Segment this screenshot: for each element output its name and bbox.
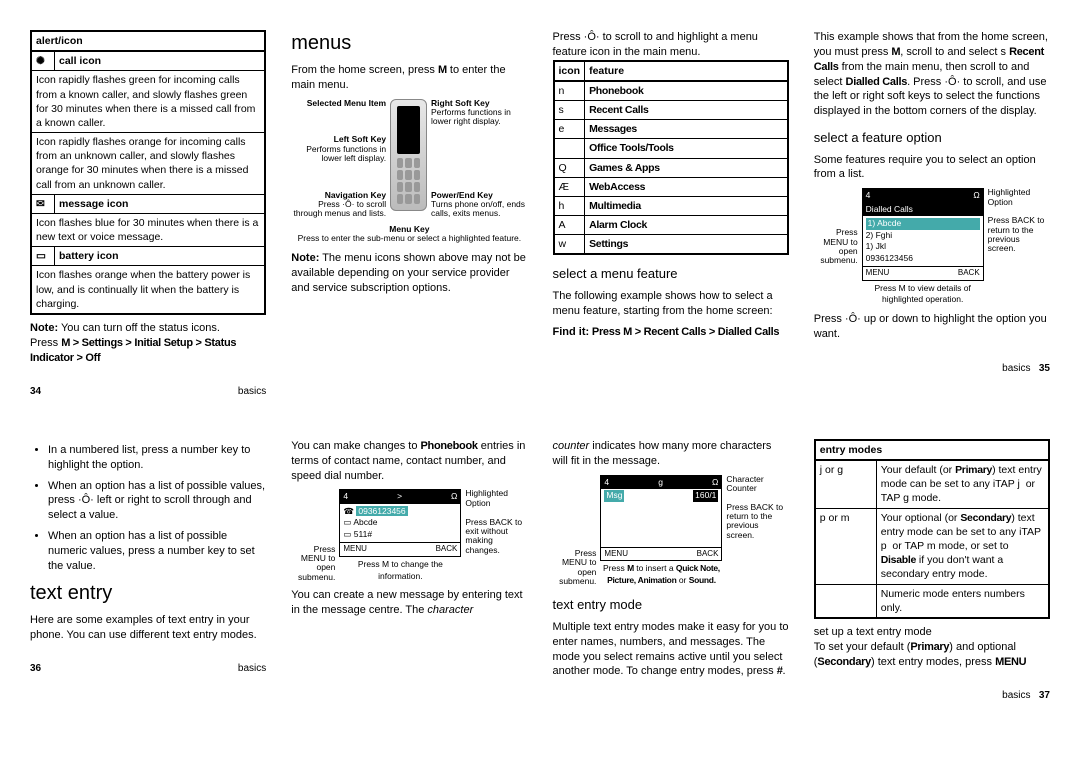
setup-mode-body1: set up a text entry mode: [814, 625, 1050, 640]
status-note: Note: You can turn off the status icons.: [30, 321, 266, 336]
page-36-col1: In a numbered list, press a number key t…: [30, 439, 266, 703]
icon-row: eMessages: [554, 120, 788, 139]
phonebook-figure: Press MENU to open submenu. 4>Ω ☎ 093612…: [291, 489, 527, 582]
press-up-down-body: Press ·Ô· up or down to highlight the op…: [814, 312, 1050, 342]
phone-illustration: [390, 99, 427, 211]
icon-row: QGames & Apps: [554, 158, 788, 177]
tip-3: When an option has a list of possible nu…: [48, 529, 266, 574]
new-message-body: You can create a new message by entering…: [291, 588, 527, 618]
page-num-34: 34: [30, 385, 41, 399]
text-entry-mode-body: Multiple text entry modes make it easy f…: [553, 620, 789, 679]
text-entry-mode-heading: text entry mode: [553, 596, 789, 614]
clip-icon: ▭: [343, 529, 351, 539]
page-37-col2: entry modes j or gYour default (or Prima…: [814, 439, 1050, 703]
bat-icon-body: Icon flashes orange when the battery pow…: [31, 266, 265, 314]
phonebook-screen: 4>Ω ☎ 0936123456 ▭ Abcde ▭ 511# MENUBACK: [339, 489, 461, 557]
dialled-calls-figure: Press MENU to open submenu. 4Ω Dialled C…: [814, 188, 1050, 306]
icon-row: hMultimedia: [554, 196, 788, 215]
select-feature-option-heading: select a feature option: [814, 129, 1050, 147]
menu-key-ann: Menu KeyPress to enter the sub-menu or s…: [291, 225, 527, 244]
icon-row: nPhonebook: [554, 81, 788, 101]
page-35-col3: This example shows that from the home sc…: [814, 30, 1050, 399]
icon-row: ÆWebAccess: [554, 177, 788, 196]
tip-1: In a numbered list, press a number key t…: [48, 443, 266, 473]
phone-icon: ☎: [343, 506, 354, 516]
alert-icon-table: alert/icon ✺call icon Icon rapidly flash…: [30, 30, 266, 315]
call-icon-body2: Icon rapidly flashes orange for incoming…: [31, 133, 265, 195]
page-37-col1: counter indicates how many more characte…: [553, 439, 789, 703]
select-menu-feature-body: The following example shows how to selec…: [553, 289, 789, 319]
menus-note: Note: The menu icons shown above may not…: [291, 251, 527, 296]
select-example-body: This example shows that from the home sc…: [814, 30, 1050, 119]
status-path: Press M > Settings > Initial Setup > Sta…: [30, 336, 266, 366]
alert-hdr: alert/icon: [31, 31, 265, 51]
spread-36-37: In a numbered list, press a number key t…: [30, 439, 1050, 703]
call-icon-body: Icon rapidly flashes green for incoming …: [31, 71, 265, 133]
tip-2: When an option has a list of possible va…: [48, 479, 266, 524]
phonebook-changes-body: You can make changes to Phonebook entrie…: [291, 439, 527, 484]
msg-icon-hdr: message icon: [55, 194, 266, 213]
page-35-col2: Press ·Ô· to scroll to and highlight a m…: [553, 30, 789, 399]
menus-heading: menus: [291, 30, 527, 57]
page-section: basics: [238, 385, 266, 399]
entry-modes-table: entry modes j or gYour default (or Prima…: [814, 439, 1050, 619]
find-it: Find it: Press M > Recent Calls > Dialle…: [553, 325, 789, 340]
page-36-col2: You can make changes to Phonebook entrie…: [291, 439, 527, 703]
text-entry-heading: text entry: [30, 580, 266, 607]
menus-intro: From the home screen, press M to enter t…: [291, 63, 527, 93]
text-entry-body: Here are some examples of text entry in …: [30, 613, 266, 643]
menu-scroll-intro: Press ·Ô· to scroll to and highlight a m…: [553, 30, 789, 60]
page-34: alert/icon ✺call icon Icon rapidly flash…: [30, 30, 266, 399]
select-menu-feature-heading: select a menu feature: [553, 265, 789, 283]
icon-row: wSettings: [554, 235, 788, 255]
icon-row: sRecent Calls: [554, 101, 788, 120]
counter-body: counter indicates how many more characte…: [553, 439, 789, 469]
page-num-37: 37: [1039, 690, 1050, 701]
dialled-calls-screen: 4Ω Dialled Calls 1) Abcde 2) Fghi 1) Jkl…: [862, 188, 984, 281]
card-icon: ▭: [343, 517, 351, 527]
msg-figure: Press MENU to open submenu. 4gΩ Msg160/1…: [553, 475, 789, 587]
bat-icon-hdr: battery icon: [55, 247, 266, 266]
menu-icon-table: iconfeature nPhonebooksRecent CallseMess…: [553, 60, 789, 256]
page-num-35: 35: [1039, 363, 1050, 374]
phone-figure: Selected Menu Item Left Soft KeyPerforms…: [291, 99, 527, 219]
select-feature-option-body: Some features require you to select an o…: [814, 153, 1050, 183]
spread-34-35: alert/icon ✺call icon Icon rapidly flash…: [30, 30, 1050, 399]
setup-mode-body2: To set your default (Primary) and option…: [814, 640, 1050, 670]
msg-icon-body: Icon flashes blue for 30 minutes when th…: [31, 213, 265, 246]
page-num-36: 36: [30, 662, 41, 676]
icon-row: AAlarm Clock: [554, 216, 788, 235]
msg-screen: 4gΩ Msg160/1 MENUBACK: [600, 475, 722, 562]
call-icon-hdr: call icon: [55, 51, 266, 71]
icon-row: Office Tools/Tools: [554, 139, 788, 158]
page-35-col1: menus From the home screen, press M to e…: [291, 30, 527, 399]
option-list-tips: In a numbered list, press a number key t…: [30, 443, 266, 574]
